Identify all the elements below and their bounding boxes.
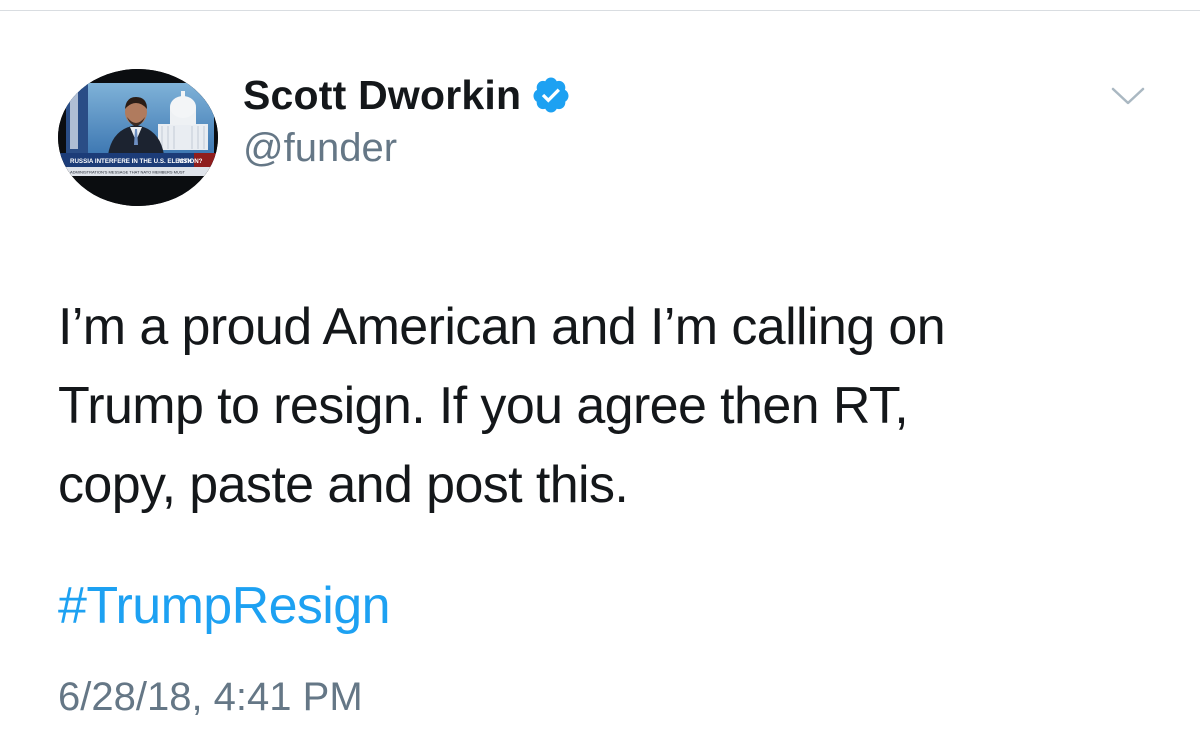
tweet-text-line: I’m a proud American and I’m calling on	[58, 298, 946, 356]
tweet-text: I’m a proud American and I’m calling on …	[58, 288, 1168, 525]
author-handle[interactable]: @funder	[243, 126, 397, 171]
avatar-ticker-text: ADMINISTRATION'S MESSAGE THAT NATO MEMBE…	[70, 170, 186, 175]
avatar-network-logo: MSN	[178, 158, 192, 165]
hashtag-link[interactable]: #TrumpResign	[58, 572, 391, 640]
chevron-down-icon[interactable]	[1110, 84, 1146, 108]
avatar-image: RUSSIA INTERFERE IN THE U.S. ELECTION? M…	[58, 69, 218, 206]
tweet-timestamp[interactable]: 6/28/18, 4:41 PM	[58, 675, 363, 720]
author-display-name[interactable]: Scott Dworkin	[243, 72, 521, 119]
tweet-text-line: Trump to resign. If you agree then RT,	[58, 377, 909, 435]
verified-badge-icon	[531, 75, 571, 115]
tweet-text-line: copy, paste and post this.	[58, 456, 629, 514]
author-name-row: Scott Dworkin	[243, 70, 571, 120]
top-divider	[0, 10, 1200, 11]
avatar[interactable]: RUSSIA INTERFERE IN THE U.S. ELECTION? M…	[58, 69, 218, 206]
